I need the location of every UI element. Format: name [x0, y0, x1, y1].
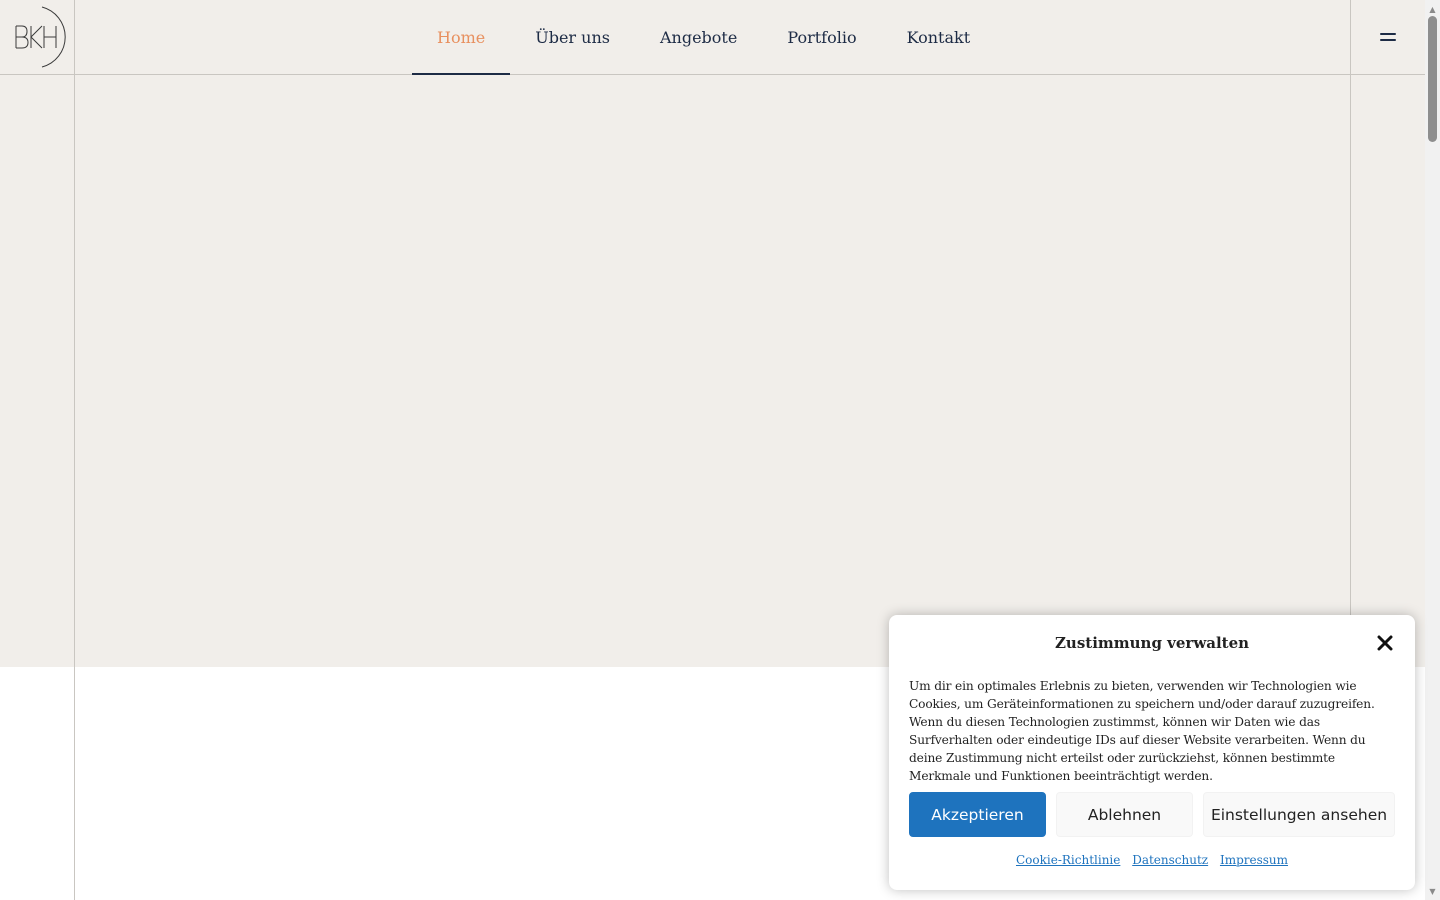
cookie-dialog-title: Zustimmung verwalten [1054, 634, 1250, 652]
right-guide-line [1350, 0, 1351, 667]
privacy-link[interactable]: Datenschutz [1132, 853, 1208, 867]
cookie-dialog-links: Cookie-Richtlinie Datenschutz Impressum [889, 853, 1415, 867]
scroll-down-arrow-icon[interactable]: ▼ [1425, 884, 1440, 898]
page-scrollbar[interactable]: ▲ ▼ [1425, 0, 1440, 900]
cookie-consent-dialog: Zustimmung verwalten Um dir ein optimale… [889, 615, 1415, 890]
scroll-thumb[interactable] [1428, 16, 1437, 142]
nav-item-kontakt[interactable]: Kontakt [882, 0, 996, 74]
close-icon[interactable] [1375, 633, 1395, 653]
cookie-dialog-text: Um dir ein optimales Erlebnis zu bieten,… [909, 679, 1375, 783]
deny-button[interactable]: Ablehnen [1056, 792, 1193, 837]
hero-section [0, 0, 1425, 667]
left-guide-line [74, 0, 75, 900]
hamburger-icon[interactable] [1351, 0, 1425, 74]
site-logo[interactable] [6, 4, 72, 70]
main-navigation: Home Über uns Angebote Portfolio Kontakt [412, 0, 996, 75]
nav-item-home[interactable]: Home [412, 0, 511, 75]
view-settings-button[interactable]: Einstellungen ansehen [1203, 792, 1395, 837]
imprint-link[interactable]: Impressum [1220, 853, 1288, 867]
nav-item-portfolio[interactable]: Portfolio [762, 0, 881, 74]
scroll-up-arrow-icon[interactable]: ▲ [1425, 2, 1440, 16]
nav-item-ueber-uns[interactable]: Über uns [510, 0, 635, 74]
site-header: Home Über uns Angebote Portfolio Kontakt [0, 0, 1425, 75]
header-divider [0, 74, 1425, 75]
nav-item-angebote[interactable]: Angebote [635, 0, 762, 74]
accept-button[interactable]: Akzeptieren [909, 792, 1046, 837]
cookie-policy-link[interactable]: Cookie-Richtlinie [1016, 853, 1120, 867]
